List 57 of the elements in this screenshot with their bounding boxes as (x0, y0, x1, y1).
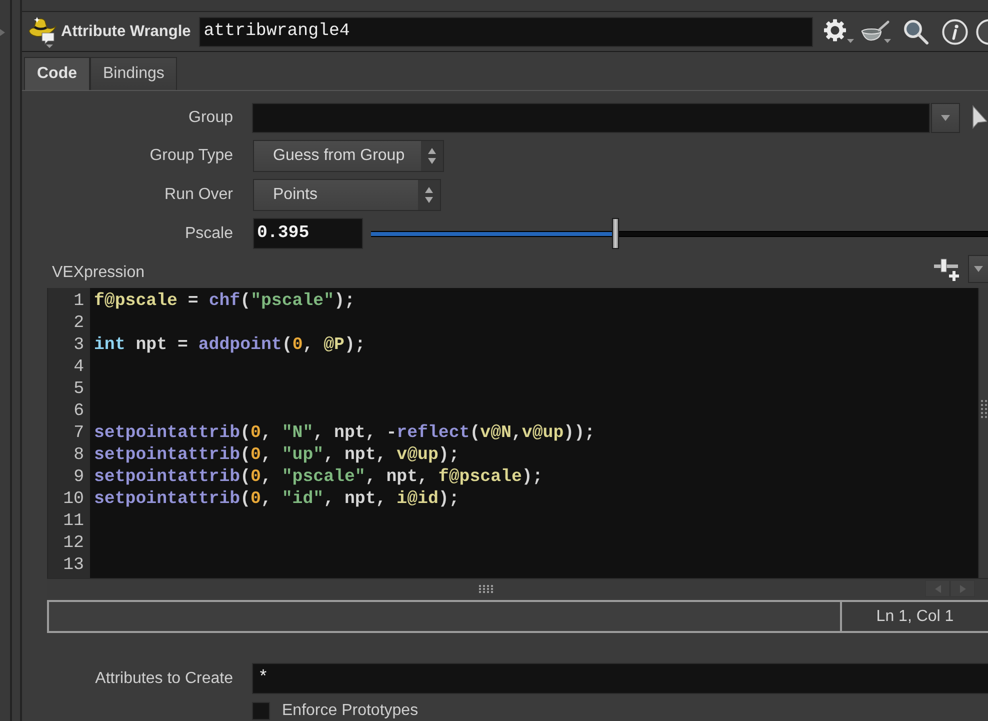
field-label: Group (188, 108, 234, 128)
cursor-position: Ln 1, Col 1 (840, 602, 988, 631)
info-icon[interactable] (942, 18, 968, 44)
group-field[interactable] (252, 103, 930, 133)
text-field[interactable]: * (252, 663, 988, 694)
grip-icon[interactable] (980, 400, 986, 418)
field-label: Run Over (164, 185, 234, 205)
hat-icon[interactable] (28, 16, 58, 48)
field-label: Pscale (184, 224, 234, 244)
line-number: 12 (62, 533, 85, 555)
grip-icon[interactable] (479, 584, 493, 592)
line-number: 1 (72, 291, 85, 313)
node-name-field[interactable]: attribwrangle4 (198, 16, 813, 46)
code-line: setpointattrib(0, "N", npt, -reflect(v@N,v@up)); (94, 423, 595, 445)
menu-button[interactable]: Points (253, 179, 441, 211)
up-down-arrows-icon (420, 141, 443, 171)
value-field[interactable]: 0.395 (253, 218, 363, 249)
checkbox[interactable] (252, 702, 270, 720)
line-number: 10 (62, 489, 85, 511)
line-number: 13 (62, 555, 85, 577)
line-number: 4 (72, 357, 85, 379)
caret-icon (974, 266, 983, 272)
slider-thumb[interactable] (612, 218, 619, 249)
up-down-arrows-icon (418, 180, 440, 210)
gear-icon[interactable] (823, 18, 855, 44)
node-type-label: Attribute Wrangle (61, 22, 191, 42)
code-line: setpointattrib(0, "up", npt, v@up); (94, 445, 460, 467)
checkbox-label: Enforce Prototypes (282, 702, 418, 720)
field-label: Group Type (148, 146, 234, 166)
dropdown-button[interactable] (968, 255, 988, 283)
tab[interactable]: Bindings (90, 57, 178, 90)
code-area[interactable] (90, 288, 978, 578)
line-number: 11 (62, 511, 85, 533)
search-icon[interactable] (903, 18, 929, 44)
code-line: f@pscale = chf("pscale"); (94, 291, 355, 313)
line-number: 5 (72, 379, 85, 401)
left-arrow-icon (934, 584, 940, 592)
code-line: setpointattrib(0, "pscale", npt, f@pscale); (94, 467, 543, 489)
code-line: int npt = addpoint(0, @P); (94, 335, 366, 357)
line-number: 6 (72, 401, 85, 423)
pointer-icon[interactable] (972, 105, 987, 131)
menu-button[interactable]: Guess from Group (253, 140, 444, 172)
section-label: VEXpression (52, 264, 144, 283)
tab[interactable]: Code (24, 57, 90, 90)
field-label: Attributes to Create (94, 668, 234, 688)
slider-plus-icon[interactable] (932, 256, 962, 282)
line-number: 3 (72, 335, 85, 357)
scrollbar[interactable] (978, 288, 988, 578)
code-line: setpointattrib(0, "id", npt, i@id); (94, 489, 460, 511)
right-arrow-icon (960, 584, 966, 592)
line-number: 7 (72, 423, 85, 445)
dropdown-button[interactable] (931, 103, 960, 133)
caret-icon (941, 115, 950, 121)
line-number: 2 (72, 313, 85, 335)
pan-icon[interactable] (860, 18, 892, 44)
line-number: 8 (72, 445, 85, 467)
line-number: 9 (72, 467, 85, 489)
